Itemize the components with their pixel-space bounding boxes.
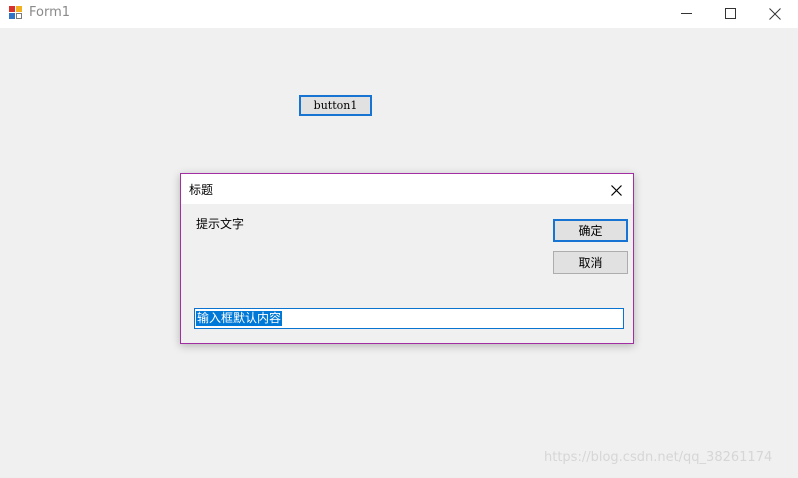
window-titlebar[interactable]: Form1 bbox=[0, 0, 798, 28]
maximize-icon bbox=[725, 8, 736, 19]
watermark: https://blog.csdn.net/qq_38261174 bbox=[544, 450, 773, 465]
minimize-icon bbox=[681, 13, 692, 14]
dialog-title: 标题 bbox=[189, 183, 214, 197]
cancel-button[interactable]: 取消 bbox=[553, 251, 628, 274]
window-title: Form1 bbox=[29, 5, 71, 20]
app-icon[interactable] bbox=[9, 6, 23, 20]
input-dialog: 标题 提示文字 确定 取消 输入框默认内容 bbox=[180, 173, 634, 344]
button1[interactable]: button1 bbox=[299, 95, 372, 116]
ok-button[interactable]: 确定 bbox=[553, 219, 628, 242]
maximize-button[interactable] bbox=[708, 0, 754, 28]
input-selected-text: 输入框默认内容 bbox=[196, 311, 283, 326]
close-icon bbox=[769, 8, 781, 20]
prompt-label: 提示文字 bbox=[196, 217, 245, 231]
dialog-close-button[interactable] bbox=[601, 179, 631, 201]
window-close-button[interactable] bbox=[752, 0, 798, 28]
close-icon bbox=[611, 185, 622, 196]
dialog-titlebar[interactable]: 标题 bbox=[181, 174, 633, 204]
minimize-button[interactable] bbox=[664, 0, 710, 28]
text-input[interactable]: 输入框默认内容 bbox=[194, 308, 624, 329]
